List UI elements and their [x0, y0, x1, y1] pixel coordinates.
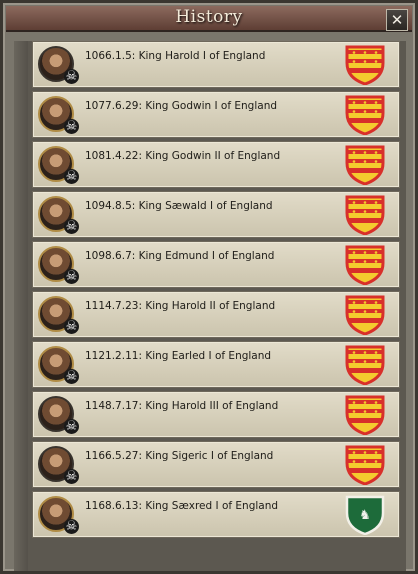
close-icon: ✕: [390, 11, 404, 29]
skull-icon: ☠: [64, 469, 79, 484]
skull-icon: ☠: [64, 419, 79, 434]
skull-icon: ☠: [64, 519, 79, 534]
close-button[interactable]: ✕: [386, 9, 408, 31]
history-entry-text: 1081.4.22: King Godwin II of England: [85, 150, 281, 162]
history-entry[interactable]: ☠ 1098.6.7: King Edmund I of England: [32, 241, 400, 288]
history-entry-text: 1114.7.23: King Harold II of England: [85, 300, 276, 312]
history-entry-text: 1094.8.5: King Sæwald I of England: [85, 200, 273, 212]
history-entry[interactable]: ☠ 1148.7.17: King Harold III of England: [32, 391, 400, 438]
coat-of-arms-icon[interactable]: [344, 195, 386, 235]
coat-of-arms-icon[interactable]: [344, 445, 386, 485]
history-entry[interactable]: ☠ 1166.5.27: King Sigeric I of England: [32, 441, 400, 488]
coat-of-arms-icon[interactable]: [344, 295, 386, 335]
history-entry-text: 1098.6.7: King Edmund I of England: [85, 250, 275, 262]
title-bar: History ✕: [6, 6, 412, 32]
svg-text:♞: ♞: [359, 508, 371, 523]
history-entry-text: 1077.6.29: King Godwin I of England: [85, 100, 278, 112]
list-left-strip: [14, 41, 28, 571]
coat-of-arms-icon[interactable]: [344, 45, 386, 85]
history-list[interactable]: ☠ 1066.1.5: King Harold I of England ☠ 1077…: [14, 41, 406, 571]
skull-icon: ☠: [64, 269, 79, 284]
history-entry-text: 1166.5.27: King Sigeric I of England: [85, 450, 274, 462]
skull-icon: ☠: [64, 369, 79, 384]
window-title: History: [175, 7, 243, 27]
history-entry[interactable]: ☠ 1114.7.23: King Harold II of England: [32, 291, 400, 338]
history-entry-text: 1066.1.5: King Harold I of England: [85, 50, 266, 62]
history-entry-text: 1121.2.11: King Earled I of England: [85, 350, 272, 362]
history-entry-text: 1148.7.17: King Harold III of England: [85, 400, 279, 412]
coat-of-arms-icon[interactable]: [344, 245, 386, 285]
coat-of-arms-icon[interactable]: [344, 395, 386, 435]
coat-of-arms-icon[interactable]: ♞: [344, 495, 386, 535]
skull-icon: ☠: [64, 219, 79, 234]
history-entry-text: 1168.6.13: King Sæxred I of England: [85, 500, 279, 512]
history-window: History ✕ ☠ 1066.1.5: King Harold I of En…: [0, 0, 418, 574]
coat-of-arms-icon[interactable]: [344, 145, 386, 185]
skull-icon: ☠: [64, 69, 79, 84]
history-entry[interactable]: ☠ 1081.4.22: King Godwin II of England: [32, 141, 400, 188]
history-entry[interactable]: ☠ 1094.8.5: King Sæwald I of England: [32, 191, 400, 238]
skull-icon: ☠: [64, 319, 79, 334]
history-entry[interactable]: ☠ 1121.2.11: King Earled I of England: [32, 341, 400, 388]
skull-icon: ☠: [64, 169, 79, 184]
history-entry[interactable]: ☠ 1077.6.29: King Godwin I of England: [32, 91, 400, 138]
skull-icon: ☠: [64, 119, 79, 134]
history-entry[interactable]: ☠ 1168.6.13: King Sæxred I of England ♞: [32, 491, 400, 538]
coat-of-arms-icon[interactable]: [344, 95, 386, 135]
coat-of-arms-icon[interactable]: [344, 345, 386, 385]
history-entry[interactable]: ☠ 1066.1.5: King Harold I of England: [32, 41, 400, 88]
